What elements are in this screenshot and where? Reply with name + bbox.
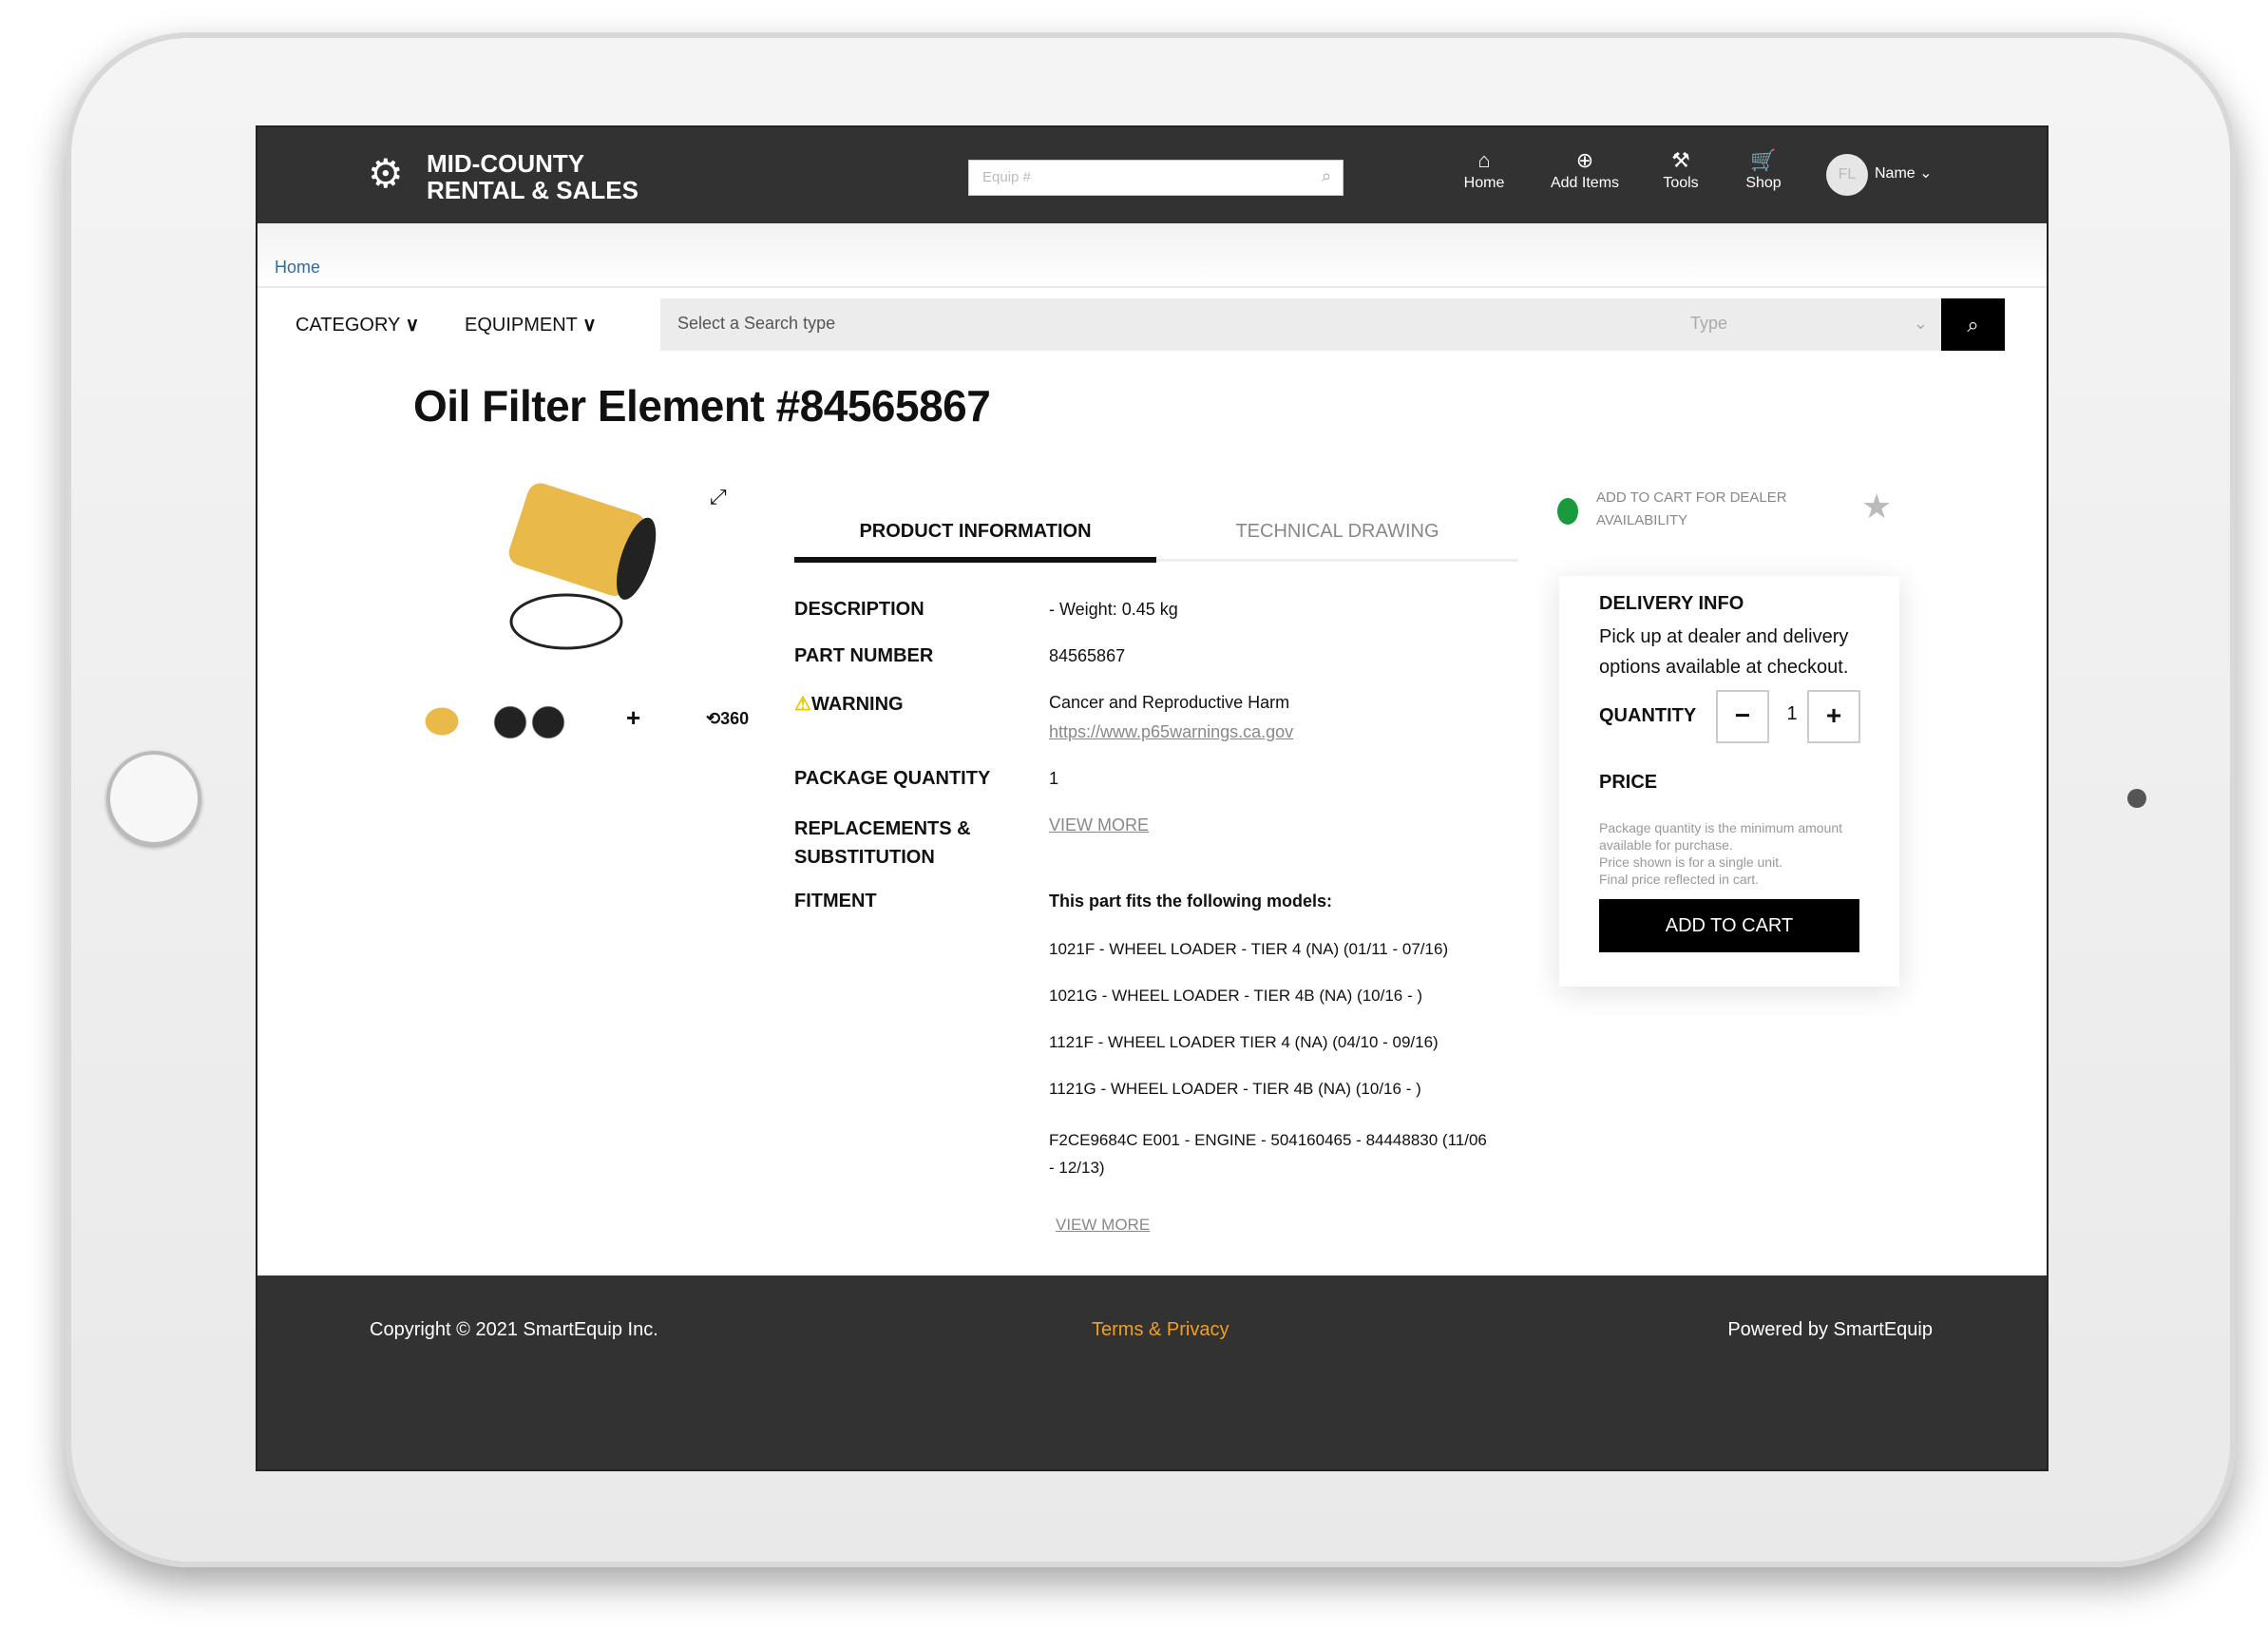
- tablet-home-button: [106, 751, 201, 846]
- delivery-info-text: Pick up at dealer and delivery options a…: [1599, 626, 1849, 678]
- chevron-down-icon: ∨: [405, 315, 420, 336]
- favorite-star-icon[interactable]: ★: [1861, 487, 1892, 527]
- replacements-label: REPLACEMENTS & SUBSTITUTION: [794, 815, 971, 872]
- cart-icon: 🛒: [1750, 148, 1777, 172]
- fitment-model: 1121F - WHEEL LOADER TIER 4 (NA) (04/10 …: [1049, 1033, 1439, 1051]
- brand-logo[interactable]: MID-COUNTY RENTAL & SALES: [427, 150, 638, 203]
- gear-logo-icon: ⚙: [368, 151, 404, 196]
- chevron-down-icon: ⌄: [1913, 314, 1928, 333]
- quantity-increase-button[interactable]: +: [1807, 690, 1860, 743]
- availability-text: ADD TO CART FOR DEALER AVAILABILITY: [1596, 489, 1787, 528]
- brand-line-2: RENTAL & SALES: [427, 176, 638, 204]
- fitment-model: F2CE9684C E001 - ENGINE - 504160465 - 84…: [1049, 1131, 1487, 1177]
- replacements-label-line-2: SUBSTITUTION: [794, 847, 935, 868]
- tab-technical-drawing[interactable]: TECHNICAL DRAWING: [1156, 521, 1518, 543]
- description-value: - Weight: 0.45 kg: [1049, 600, 1178, 619]
- search-icon[interactable]: ⌕: [1322, 166, 1331, 186]
- nav-add-items[interactable]: ⊕ Add Items: [1542, 148, 1628, 192]
- avatar[interactable]: FL: [1826, 154, 1868, 196]
- top-header: ⚙ MID-COUNTY RENTAL & SALES Equip # ⌕ ⌂ H…: [257, 127, 2047, 223]
- purchase-card: DELIVERY INFO Pick up at dealer and deli…: [1559, 576, 1899, 987]
- part-number-value: 84565867: [1049, 646, 1126, 665]
- rotate-360-label: 360: [720, 709, 750, 728]
- fitment-model: 1021G - WHEEL LOADER - TIER 4B (NA) (10/…: [1049, 987, 1423, 1005]
- fitment-label: FITMENT: [794, 891, 877, 911]
- nav-add-items-label: Add Items: [1550, 175, 1620, 191]
- breadcrumb-bar: [257, 223, 2047, 288]
- brand-line-1: MID-COUNTY: [427, 149, 585, 178]
- nav-tools-label: Tools: [1663, 175, 1699, 191]
- expand-icon[interactable]: ⤢: [710, 485, 727, 509]
- nav-shop[interactable]: 🛒 Shop: [1721, 148, 1806, 192]
- tab-product-information[interactable]: PRODUCT INFORMATION: [794, 521, 1156, 543]
- equipment-label: EQUIPMENT: [465, 315, 578, 336]
- chevron-down-icon: ∨: [582, 315, 597, 336]
- fitment-view-more-link[interactable]: VIEW MORE: [1056, 1216, 1150, 1235]
- quantity-input[interactable]: 1: [1778, 703, 1806, 725]
- chevron-down-icon: ⌄: [1919, 165, 1933, 182]
- search-button[interactable]: ⌕: [1941, 298, 2005, 351]
- plus-circle-icon: ⊕: [1575, 148, 1594, 172]
- package-quantity-label: PACKAGE QUANTITY: [794, 768, 991, 789]
- more-thumbnails-plus-icon[interactable]: +: [626, 703, 640, 733]
- tablet-camera: [2127, 789, 2146, 808]
- replacements-label-line-1: REPLACEMENTS &: [794, 818, 971, 839]
- nav-shop-label: Shop: [1745, 175, 1782, 191]
- warning-link[interactable]: https://www.p65warnings.ca.gov: [1049, 722, 1293, 742]
- add-to-cart-button[interactable]: ADD TO CART: [1599, 899, 1859, 952]
- tools-icon: ⚒: [1671, 148, 1690, 172]
- home-icon: ⌂: [1477, 148, 1491, 172]
- type-placeholder: Type: [1690, 314, 1728, 333]
- thumbnail-2[interactable]: [482, 703, 577, 741]
- price-note: Package quantity is the minimum amount a…: [1599, 819, 1875, 888]
- copyright-text: Copyright © 2021 SmartEquip Inc.: [370, 1319, 658, 1340]
- availability-status-dot: [1557, 498, 1578, 525]
- user-name: Name: [1875, 165, 1915, 182]
- warning-icon: ⚠: [794, 694, 811, 715]
- equipment-dropdown[interactable]: EQUIPMENT ∨: [465, 313, 597, 336]
- search-icon: ⌕: [1967, 313, 1979, 336]
- quantity-decrease-button[interactable]: −: [1716, 690, 1769, 743]
- page-title: Oil Filter Element #84565867: [413, 381, 991, 431]
- equip-search-input[interactable]: Equip # ⌕: [968, 160, 1344, 196]
- thumbnail-1[interactable]: [413, 698, 470, 745]
- price-label: PRICE: [1599, 772, 1658, 793]
- quantity-label: QUANTITY: [1599, 705, 1697, 726]
- warning-text: Cancer and Reproductive Harm: [1049, 693, 1290, 712]
- powered-by-text: Powered by SmartEquip: [1727, 1319, 1933, 1340]
- terms-privacy-link[interactable]: Terms & Privacy: [1092, 1319, 1229, 1341]
- breadcrumb-home[interactable]: Home: [275, 258, 320, 278]
- part-number-label: PART NUMBER: [794, 645, 934, 666]
- price-note-line: Final price reflected in cart.: [1599, 872, 1760, 887]
- active-tab-indicator: [794, 557, 1156, 563]
- category-dropdown[interactable]: CATEGORY ∨: [295, 313, 419, 336]
- fitment-model: 1121G - WHEEL LOADER - TIER 4B (NA) (10/…: [1049, 1080, 1421, 1098]
- user-menu[interactable]: Name ⌄: [1875, 163, 1933, 182]
- app-screen: ⚙ MID-COUNTY RENTAL & SALES Equip # ⌕ ⌂ H…: [256, 125, 2049, 1471]
- package-quantity-value: 1: [1049, 769, 1059, 788]
- price-note-line: Price shown is for a single unit.: [1599, 854, 1782, 870]
- delivery-info-title: DELIVERY INFO: [1599, 593, 1744, 614]
- warning-label-text: WARNING: [810, 694, 904, 715]
- product-image[interactable]: [486, 479, 676, 669]
- price-note-line: Package quantity is the minimum amount a…: [1599, 820, 1843, 853]
- fitment-model: 1021F - WHEEL LOADER - TIER 4 (NA) (01/1…: [1049, 940, 1449, 958]
- rotate-360-icon[interactable]: ⟲360: [706, 709, 749, 729]
- type-select[interactable]: Type ⌄: [1673, 298, 1941, 351]
- warning-label: ⚠WARNING: [794, 692, 904, 716]
- footer: Copyright © 2021 SmartEquip Inc. Terms &…: [257, 1275, 2047, 1469]
- nav-home-label: Home: [1463, 175, 1505, 191]
- nav-home[interactable]: ⌂ Home: [1441, 148, 1527, 192]
- equip-search-placeholder: Equip #: [982, 169, 1031, 185]
- fitment-intro: This part fits the following models:: [1049, 892, 1333, 911]
- description-label: DESCRIPTION: [794, 599, 924, 620]
- replacements-view-more-link[interactable]: VIEW MORE: [1049, 815, 1149, 835]
- nav-tools[interactable]: ⚒ Tools: [1638, 148, 1724, 192]
- category-label: CATEGORY: [295, 315, 401, 336]
